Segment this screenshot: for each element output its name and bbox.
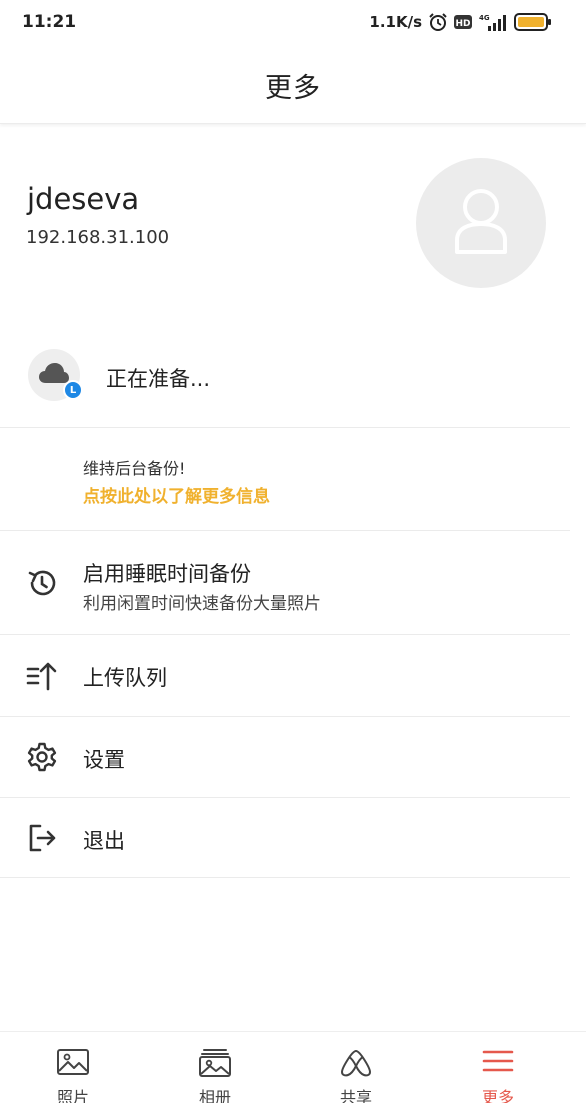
status-bar: 11:21 1.1K/s HD 4G (0, 0, 586, 44)
app-header: 更多 (0, 44, 586, 124)
history-icon (26, 567, 58, 599)
menu-item-settings[interactable]: 设置 (0, 717, 570, 798)
signal-icon: 4G (478, 12, 508, 32)
photo-icon (18, 1048, 128, 1076)
avatar[interactable] (416, 158, 546, 288)
person-placeholder-icon (451, 186, 511, 260)
hd-icon: HD (454, 14, 472, 30)
backup-badge: L (63, 380, 83, 400)
settings-label: 设置 (83, 748, 125, 772)
menu-item-upload-queue[interactable]: 上传队列 (0, 635, 570, 717)
network-label: 4G (479, 14, 490, 22)
nav-tab-more[interactable]: 更多 (443, 1032, 553, 1103)
page-title: 更多 (265, 73, 321, 104)
keep-background-text: 维持后台备份! (83, 459, 186, 478)
logout-icon (26, 822, 58, 854)
upload-queue-icon (26, 660, 58, 692)
menu-item-sleep-backup[interactable]: 启用睡眠时间备份 利用闲置时间快速备份大量照片 (0, 531, 570, 635)
profile-name: jdeseva (27, 182, 140, 216)
status-time: 11:21 (22, 12, 77, 32)
status-icons: 1.1K/s HD 4G (369, 10, 552, 34)
profile-ip: 192.168.31.100 (26, 227, 170, 248)
nav-tab-share[interactable]: 共享 (301, 1032, 411, 1103)
battery-icon (514, 13, 552, 31)
bottom-nav: 照片 相册 共享 更多 (0, 1031, 586, 1103)
album-icon (160, 1048, 270, 1078)
nav-label-more: 更多 (481, 1088, 514, 1103)
nav-label-share: 共享 (339, 1088, 372, 1103)
nav-tab-photos[interactable]: 照片 (18, 1032, 128, 1103)
menu-icon (443, 1048, 553, 1074)
hd-label: HD (455, 19, 470, 29)
keep-background-row[interactable]: 维持后台备份! 点按此处以了解更多信息 (0, 428, 570, 531)
menu-item-logout[interactable]: 退出 (0, 798, 570, 878)
backup-status-row[interactable]: L 正在准备... (0, 328, 570, 428)
network-speed: 1.1K/s (369, 13, 422, 31)
profile-section: jdeseva 192.168.31.100 (0, 124, 586, 324)
alarm-icon (428, 12, 448, 32)
learn-more-link[interactable]: 点按此处以了解更多信息 (83, 482, 270, 507)
nav-label-photos: 照片 (56, 1088, 89, 1103)
nav-tab-albums[interactable]: 相册 (160, 1032, 270, 1103)
sleep-backup-subtitle: 利用闲置时间快速备份大量照片 (83, 594, 321, 614)
logout-label: 退出 (83, 829, 125, 853)
sleep-backup-title: 启用睡眠时间备份 (83, 562, 251, 586)
nav-label-albums: 相册 (198, 1088, 231, 1103)
share-icon (301, 1048, 411, 1078)
upload-queue-label: 上传队列 (83, 666, 167, 690)
backup-status-text: 正在准备... (106, 367, 211, 391)
gear-icon (26, 741, 58, 773)
